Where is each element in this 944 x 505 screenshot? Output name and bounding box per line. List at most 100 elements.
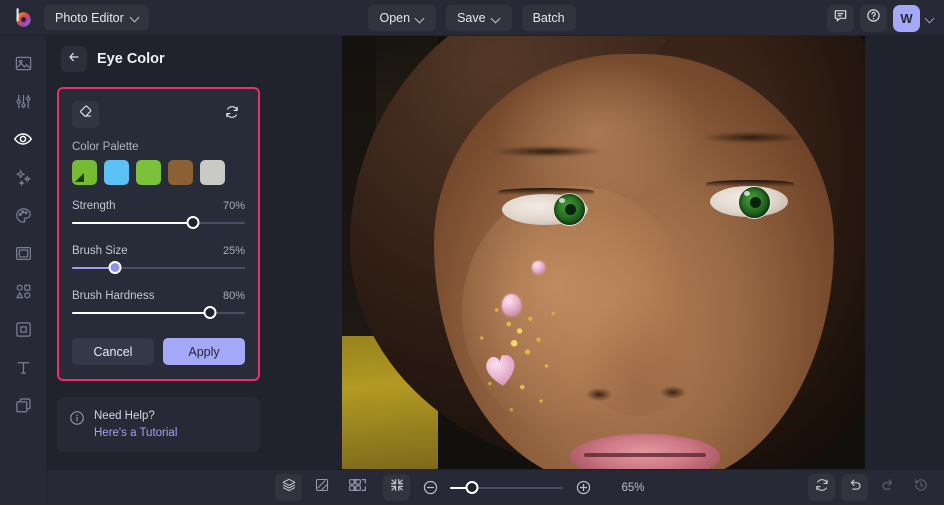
strength-slider-head: Strength 70%	[72, 200, 245, 212]
sidebar-item-image[interactable]	[7, 50, 39, 76]
brush-size-value: 25%	[222, 245, 245, 257]
top-bar: Photo Editor Open Save Batch W	[0, 0, 944, 36]
portrait-photo[interactable]	[342, 36, 865, 469]
redo-button[interactable]	[874, 474, 901, 501]
reset-button[interactable]	[218, 101, 245, 128]
chevron-down-icon	[492, 14, 501, 23]
zoom-slider[interactable]	[450, 480, 564, 495]
sidebar-item-effects[interactable]	[7, 164, 39, 190]
swatch-light-green[interactable]	[136, 160, 161, 185]
need-help-card[interactable]: Need Help? Here's a Tutorial	[57, 397, 260, 453]
zoom-level-label: 65%	[621, 481, 645, 494]
need-help-title: Need Help?	[94, 410, 155, 422]
color-palette-label: Color Palette	[72, 141, 139, 153]
swatch-light-gray[interactable]	[200, 160, 225, 185]
sidebar-item-frame[interactable]	[7, 240, 39, 266]
photo-gem-small	[532, 261, 545, 274]
photo-gem-teardrop	[502, 294, 521, 316]
strength-slider-fill	[72, 222, 194, 224]
photo-gold-glitter	[452, 261, 587, 436]
avatar[interactable]: W	[893, 4, 920, 32]
redo-icon	[880, 477, 896, 498]
back-button[interactable]	[61, 46, 87, 72]
sidebar-item-text[interactable]	[7, 354, 39, 380]
brush-hardness-slider-handle[interactable]	[203, 306, 217, 319]
strength-slider-handle[interactable]	[186, 216, 200, 229]
reset-canvas-button[interactable]	[808, 474, 835, 501]
batch-button[interactable]: Batch	[521, 5, 576, 31]
save-button-label: Save	[457, 11, 486, 25]
strength-slider[interactable]	[72, 216, 245, 230]
need-help-text: Need Help? Here's a Tutorial	[94, 408, 177, 441]
brush-size-label: Brush Size	[72, 245, 128, 257]
left-tool-rail	[0, 36, 47, 505]
tool-card-actions: Cancel Apply	[72, 338, 245, 365]
eraser-button[interactable]	[72, 101, 99, 128]
reset-icon	[814, 477, 830, 498]
avatar-chevron-down-icon[interactable]	[926, 14, 935, 23]
history-button[interactable]	[907, 474, 934, 501]
open-button[interactable]: Open	[368, 5, 437, 31]
bottom-bar: 65%	[47, 469, 944, 505]
app-switcher[interactable]: Photo Editor	[44, 5, 149, 30]
fullscreen-button[interactable]	[346, 474, 373, 501]
brush-size-slider-head: Brush Size 25%	[72, 245, 245, 257]
canvas-area[interactable]	[270, 36, 944, 469]
sidebar-item-adjust[interactable]	[7, 88, 39, 114]
save-button[interactable]: Save	[446, 5, 512, 31]
help-button[interactable]	[860, 4, 887, 32]
sidebar-item-layers[interactable]	[7, 392, 39, 418]
photo-lash-left	[498, 188, 594, 195]
strength-label: Strength	[72, 200, 116, 212]
logo-wrap[interactable]	[0, 7, 44, 28]
sidebar-item-palette[interactable]	[7, 202, 39, 228]
page-title: Eye Color	[97, 51, 165, 67]
zoom-out-button[interactable]	[420, 478, 440, 498]
brush-hardness-value: 80%	[222, 290, 245, 302]
photo-iris-left-green	[553, 193, 586, 226]
brush-size-slider[interactable]	[72, 261, 245, 275]
open-button-label: Open	[379, 11, 411, 25]
fit-to-screen-icon	[389, 477, 405, 498]
brush-hardness-slider-fill	[72, 312, 211, 314]
tutorial-link[interactable]: Here's a Tutorial	[94, 425, 177, 442]
zoom-slider-handle[interactable]	[465, 480, 479, 494]
info-circle-icon	[69, 408, 85, 431]
arrow-left-icon	[67, 50, 81, 69]
app-switcher-label: Photo Editor	[55, 10, 124, 25]
history-clock-icon	[913, 477, 929, 498]
fit-to-screen-button[interactable]	[383, 474, 411, 501]
brush-hardness-slider[interactable]	[72, 306, 245, 320]
photo-iris-right-green	[738, 186, 771, 219]
strength-slider-row: Strength 70%	[72, 200, 245, 230]
swatch-brown[interactable]	[168, 160, 193, 185]
history-controls	[808, 474, 934, 501]
feedback-button[interactable]	[827, 4, 854, 32]
swatch-sky-blue[interactable]	[104, 160, 129, 185]
chevron-down-icon	[416, 14, 425, 23]
photo-editor-app: Photo Editor Open Save Batch W Eye Color…	[0, 0, 944, 505]
apply-button[interactable]: Apply	[163, 338, 245, 365]
tool-panel: Eye Color Color Palette Strength 70% Bru…	[47, 36, 270, 505]
brush-hardness-slider-row: Brush Hardness 80%	[72, 290, 245, 320]
photo-lash-right	[706, 180, 794, 187]
photo-nostril-left	[586, 388, 612, 401]
sidebar-item-eye[interactable]	[7, 126, 39, 152]
brush-size-slider-row: Brush Size 25%	[72, 245, 245, 275]
question-circle-icon	[866, 8, 881, 28]
colorwheel-logo-icon	[12, 7, 33, 28]
undo-button[interactable]	[841, 474, 868, 501]
strength-value: 70%	[222, 200, 245, 212]
reset-icon	[224, 104, 240, 125]
brush-size-slider-handle[interactable]	[108, 261, 122, 274]
zoom-in-button[interactable]	[573, 478, 593, 498]
undo-icon	[847, 477, 863, 498]
photo-eyebrow-left	[492, 146, 602, 157]
sidebar-item-crop[interactable]	[7, 316, 39, 342]
swatch-green-selected[interactable]	[72, 160, 97, 185]
cancel-button[interactable]: Cancel	[72, 338, 154, 365]
batch-button-label: Batch	[532, 11, 565, 25]
brush-hardness-label: Brush Hardness	[72, 290, 155, 302]
photo-nostril-right	[660, 386, 686, 399]
sidebar-item-shapes[interactable]	[7, 278, 39, 304]
